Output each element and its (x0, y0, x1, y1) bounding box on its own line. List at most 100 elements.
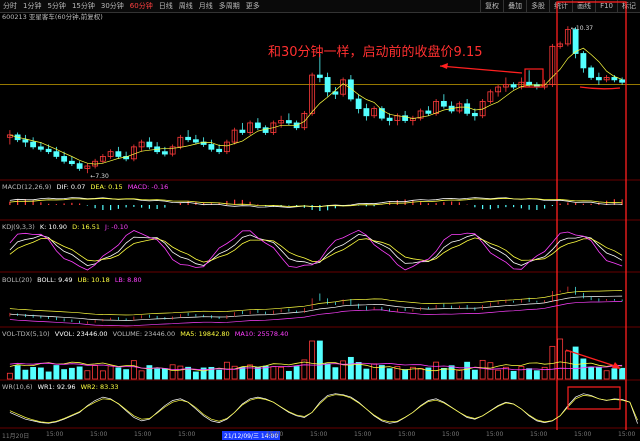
candle-body (68, 160, 75, 165)
kdj-info: KDJ(9,3,3) K: 10.90 D: 16.51 J: -0.10 (2, 223, 131, 232)
wr-info: WR(10,6) WR1: 92.96 WR2: 83.33 (2, 383, 122, 392)
volume-bar (130, 360, 137, 380)
boll-lb: LB: 8.80 (114, 276, 142, 284)
wr-highlight-box (567, 386, 621, 410)
volume-bar (510, 370, 517, 380)
volume-bar (301, 359, 308, 380)
volume-bar (549, 345, 556, 380)
candle-body (216, 148, 223, 153)
volume-bar (107, 365, 114, 380)
vol-volume: VOLUME: 23446.00 (112, 330, 176, 338)
volume-bar (464, 361, 471, 380)
volume-bar (479, 359, 486, 380)
volume-bar (247, 364, 254, 380)
volume-bar (580, 358, 587, 380)
kdj-k: K: 10.90 (39, 223, 68, 231)
wr-wr2: WR2: 83.33 (80, 383, 119, 391)
volume-bar (84, 370, 91, 380)
volume-bar (456, 369, 463, 380)
boll-ub: UB: 10.18 (77, 276, 110, 284)
candle-body (285, 120, 292, 124)
volume-bar (402, 369, 409, 380)
axis-label: 15:00 (178, 431, 196, 438)
candle-body (22, 139, 29, 143)
volume-bar (177, 365, 184, 380)
axis-label: 15:00 (266, 431, 284, 438)
volume-bar (146, 365, 153, 380)
candle-body (324, 77, 331, 93)
chart-canvas[interactable]: ←10.37 ←7.30 (0, 0, 640, 441)
volume-bar (340, 360, 347, 380)
macd-dea: DEA: 0.15 (90, 183, 123, 191)
candle-body (440, 100, 447, 107)
axis-label: 15:00 (134, 431, 152, 438)
candle-body (595, 77, 602, 81)
axis-label: 15:00 (310, 431, 328, 438)
axis-label: 11月20日 (2, 433, 30, 440)
candle-body (355, 98, 362, 109)
candle-body (619, 79, 626, 83)
annotation-text: 和30分钟一样，启动前的收盘价9.15 (268, 45, 483, 60)
volume-bar (417, 368, 424, 380)
axis-label: 15:00 (90, 431, 108, 438)
vol-vvol: VVOL: 23446.00 (54, 330, 108, 338)
candle-body (61, 156, 68, 162)
candle-body (45, 148, 52, 153)
candle-body (185, 136, 192, 141)
volume-bar (557, 338, 564, 380)
volume-bar (61, 369, 68, 380)
volume-bar (316, 340, 323, 380)
candle-body (30, 141, 37, 148)
volume-bar (223, 361, 230, 380)
candle-body (37, 146, 44, 150)
boll-upper-line (9, 290, 623, 316)
candle-body (161, 151, 168, 155)
kdj-j-line (9, 229, 623, 271)
volume-bar (526, 368, 533, 380)
candle-body (115, 151, 122, 157)
volume-bar (371, 363, 378, 380)
volume-bar (53, 365, 60, 380)
volume-bar (99, 370, 106, 380)
boll-info: BOLL(20) BOLL: 9.49 UB: 10.18 LB: 8.80 (2, 276, 145, 285)
price-ma-line (9, 47, 623, 165)
volume-bar (239, 367, 246, 380)
volume-bar (216, 369, 223, 380)
candle-body (53, 151, 60, 157)
volume-bar (518, 366, 525, 380)
volume-bar (440, 367, 447, 380)
volume-bar (425, 367, 432, 380)
volume-bar (324, 363, 331, 380)
candle-body (76, 163, 83, 169)
candle-body (510, 84, 517, 88)
boll-mid: BOLL: 9.49 (37, 276, 73, 284)
vol-name: VOL-TDX(5,10) (2, 330, 50, 338)
volume-bar (541, 366, 548, 380)
volume-bar (293, 366, 300, 380)
wr-wr1: WR1: 92.96 (37, 383, 76, 391)
candle-body (526, 81, 533, 86)
wr-name: WR(10,6) (2, 383, 33, 391)
kdj-d-line (9, 237, 623, 263)
volume-bar (533, 370, 540, 380)
volume-bar (45, 371, 52, 380)
volume-bar (68, 367, 75, 380)
macd-dif: DIF: 0.07 (56, 183, 86, 191)
volume-bar (37, 367, 44, 380)
volume-bar (332, 367, 339, 380)
kdj-j: J: -0.10 (105, 223, 129, 231)
volume-bar (386, 368, 393, 380)
candle-body (192, 139, 199, 143)
volume-bar (161, 368, 168, 380)
macd-name: MACD(12,26,9) (2, 183, 52, 191)
kdj-d: D: 16.51 (72, 223, 100, 231)
volume-bar (76, 366, 83, 380)
volume-bar (123, 369, 130, 380)
boll-lower-line (9, 301, 623, 327)
axis-label: 15:00 (442, 431, 460, 438)
candle-body (386, 117, 393, 121)
vol-ma10: MA10: 25578.40 (234, 330, 289, 338)
candle-body (580, 53, 587, 69)
volume-bar (487, 362, 494, 380)
volume-bar (603, 370, 610, 380)
